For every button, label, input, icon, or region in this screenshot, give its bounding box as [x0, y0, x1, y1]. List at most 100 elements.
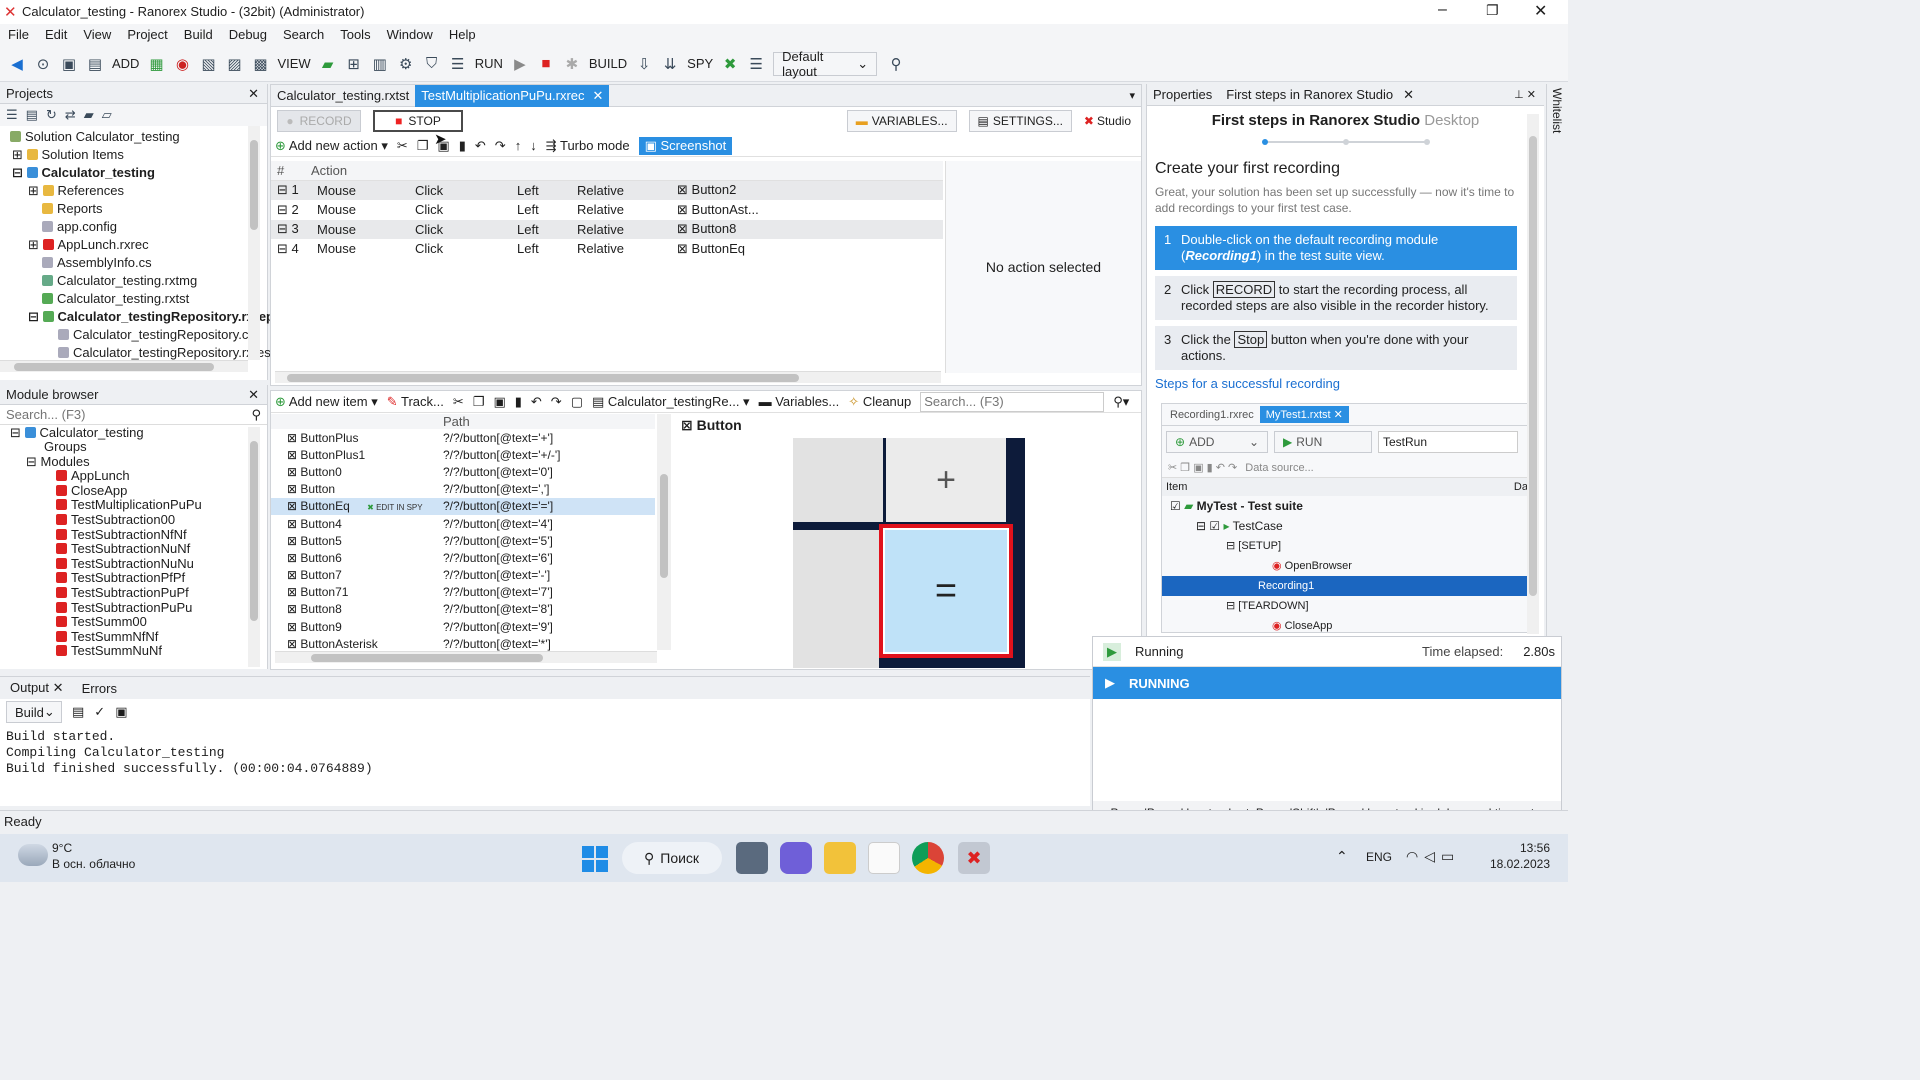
tray-overflow-icon[interactable]: ⌃ — [1336, 848, 1348, 865]
tree-item[interactable]: TestSubtractionNfNf — [0, 527, 267, 543]
tree-item[interactable]: ⊟ Calculator_testingRepository.rxrep — [0, 308, 274, 326]
language-indicator[interactable]: ENG — [1366, 850, 1392, 864]
tray-icons[interactable]: ◠◁▭ — [1406, 848, 1460, 865]
repo-item-row[interactable]: ⊠ Button9 ?/?/button[@text='9'] — [271, 618, 655, 635]
menu-window[interactable]: Window — [379, 24, 441, 46]
tab-properties[interactable]: Properties — [1147, 87, 1218, 102]
tree-item[interactable]: Reports — [0, 200, 267, 218]
tab-recording[interactable]: TestMultiplicationPuPu.rxrec ✕ — [415, 84, 610, 107]
tree-item[interactable]: AppLunch — [0, 468, 267, 484]
spy-icon[interactable]: ✖ — [717, 51, 743, 77]
menu-project[interactable]: Project — [119, 24, 175, 46]
menu-search[interactable]: Search — [275, 24, 332, 46]
tab-overflow-icon[interactable]: ▾ — [1129, 89, 1135, 102]
cut-icon[interactable]: ✂ — [397, 138, 408, 154]
redo-icon[interactable]: ↷ — [551, 394, 562, 410]
menu-file[interactable]: File — [0, 24, 37, 46]
add-code-icon[interactable]: ▧ — [195, 51, 221, 77]
edit-in-spy-button[interactable]: ✖ EDIT IN SPY — [367, 503, 422, 512]
view-folder-icon[interactable]: ▰ — [315, 51, 341, 77]
stop-icon[interactable]: ■ — [533, 51, 559, 77]
copy-icon[interactable]: ❐ — [417, 138, 429, 154]
steps-link[interactable]: Steps for a successful recording — [1155, 376, 1536, 391]
add-file-icon[interactable]: ▩ — [247, 51, 273, 77]
sync-icon[interactable]: ⇄ — [65, 107, 76, 123]
cleanup-button[interactable]: ✧ Cleanup — [848, 394, 911, 410]
tree-item[interactable]: ⊞ AppLunch.rxrec — [0, 236, 267, 254]
tab-first-steps[interactable]: First steps in Ranorex Studio ✕ — [1218, 87, 1422, 103]
chrome-icon[interactable] — [912, 842, 944, 874]
menu-help[interactable]: Help — [441, 24, 484, 46]
repo-search-input[interactable] — [920, 391, 1105, 412]
tree-item[interactable]: TestSubtractionPfPf — [0, 571, 267, 586]
close-window-button[interactable]: ✕ — [1534, 1, 1547, 21]
settings-button[interactable]: ▤ SETTINGS... — [968, 110, 1072, 132]
save-all-icon[interactable]: ▤ — [82, 51, 108, 77]
step-3[interactable]: 3 Click the Stop button when you're done … — [1155, 326, 1517, 370]
repo-select[interactable]: ▤ Calculator_testingRe... ▾ — [592, 394, 750, 410]
clear-icon[interactable]: ▤ — [72, 704, 84, 720]
add-repo-icon[interactable]: ▨ — [221, 51, 247, 77]
repo-item-row[interactable]: ⊠ Button7 ?/?/button[@text='-'] — [271, 567, 655, 584]
output-filter-select[interactable]: Build ⌄ — [6, 701, 62, 723]
menu-edit[interactable]: Edit — [37, 24, 75, 46]
whitelist-tab[interactable]: Whitelist — [1550, 88, 1564, 133]
back-icon[interactable]: ◀ — [4, 51, 30, 77]
stop-button[interactable]: ■ STOP — [373, 110, 463, 132]
tree-item[interactable]: TestMultiplicationPuPu — [0, 498, 267, 513]
repo-item-row[interactable]: ⊠ Button71 ?/?/button[@text='7'] — [271, 584, 655, 601]
action-row[interactable]: ⊟ 1 Mouse Click Left Relative ⊠ Button2 — [271, 180, 943, 200]
tree-item[interactable]: ⊟ Calculator_testing — [0, 164, 267, 182]
add-module-icon[interactable]: ▦ — [143, 51, 169, 77]
debug-icon[interactable]: ✱ — [559, 51, 585, 77]
cut-icon[interactable]: ✂ — [453, 394, 464, 410]
play-icon[interactable]: ▶ — [507, 51, 533, 77]
check-icon[interactable]: ✓ — [94, 704, 105, 720]
forward-icon[interactable]: ⊙ — [30, 51, 56, 77]
close-icon[interactable]: ✕ — [53, 680, 64, 695]
tree-item[interactable]: TestSubtractionPuPf — [0, 585, 267, 601]
undo-icon[interactable]: ↶ — [531, 394, 542, 410]
rebuild-icon[interactable]: ⇊ — [657, 51, 683, 77]
start-icon[interactable] — [582, 846, 608, 872]
move-down-icon[interactable]: ↓ — [530, 138, 537, 153]
ranorex-taskbar-icon[interactable]: ✖ — [958, 842, 990, 874]
tab-output[interactable]: Output ✕ — [10, 680, 64, 696]
repo-hscrollbar[interactable] — [275, 651, 657, 663]
build-label[interactable]: BUILD — [589, 56, 627, 71]
repo-vscrollbar[interactable] — [657, 414, 671, 650]
layout-icon[interactable]: ☰ — [743, 51, 769, 77]
paste-icon[interactable]: ▣ — [493, 394, 505, 410]
tree-item[interactable]: CloseApp — [0, 483, 267, 499]
delete-icon[interactable]: ▮ — [515, 394, 522, 410]
record-button[interactable]: ● RECORD — [277, 110, 361, 132]
repo-item-row[interactable]: ⊠ ButtonAsterisk ?/?/button[@text='*'] — [271, 635, 655, 652]
search-icon[interactable]: ⚲▾ — [1113, 394, 1129, 410]
add-item-button[interactable]: ⊕ Add new item ▾ — [275, 394, 378, 410]
run-label[interactable]: RUN — [475, 56, 503, 71]
clock-date[interactable]: 18.02.2023 — [1486, 857, 1550, 871]
screenshot-button[interactable]: ▣ Screenshot — [638, 136, 733, 155]
repo-item-row[interactable]: ⊠ Button6 ?/?/button[@text='6'] — [271, 549, 655, 566]
restore-button[interactable]: ❐ — [1486, 2, 1499, 19]
menu-tools[interactable]: Tools — [332, 24, 378, 46]
menu-view[interactable]: View — [75, 24, 119, 46]
repo-item-row[interactable]: ⊠ Button4 ?/?/button[@text='4'] — [271, 515, 655, 532]
tree-item[interactable]: ⊞ Solution Items — [0, 146, 267, 164]
clock-time[interactable]: 13:56 — [1518, 841, 1550, 855]
move-up-icon[interactable]: ↑ — [515, 138, 522, 153]
add-action-button[interactable]: ⊕ Add new action ▾ — [275, 138, 388, 154]
refresh-icon[interactable]: ↻ — [46, 107, 57, 123]
repo-variables-button[interactable]: ▬ Variables... — [759, 394, 840, 409]
module-vscrollbar[interactable] — [248, 427, 260, 667]
close-icon[interactable]: ✕ — [1403, 87, 1414, 103]
tree-icon[interactable]: ▤ — [26, 107, 38, 123]
file-explorer-icon[interactable] — [824, 842, 856, 874]
variables-button[interactable]: ▬ VARIABLES... — [846, 110, 957, 132]
open-folder-icon[interactable]: ▱ — [102, 107, 112, 123]
projects-hscrollbar[interactable] — [0, 360, 248, 372]
menu-build[interactable]: Build — [176, 24, 221, 46]
tree-item[interactable]: ⊟ Modules — [0, 454, 267, 470]
step-2[interactable]: 2 Click RECORD to start the recording pro… — [1155, 276, 1517, 320]
tab-errors[interactable]: Errors — [82, 681, 117, 696]
